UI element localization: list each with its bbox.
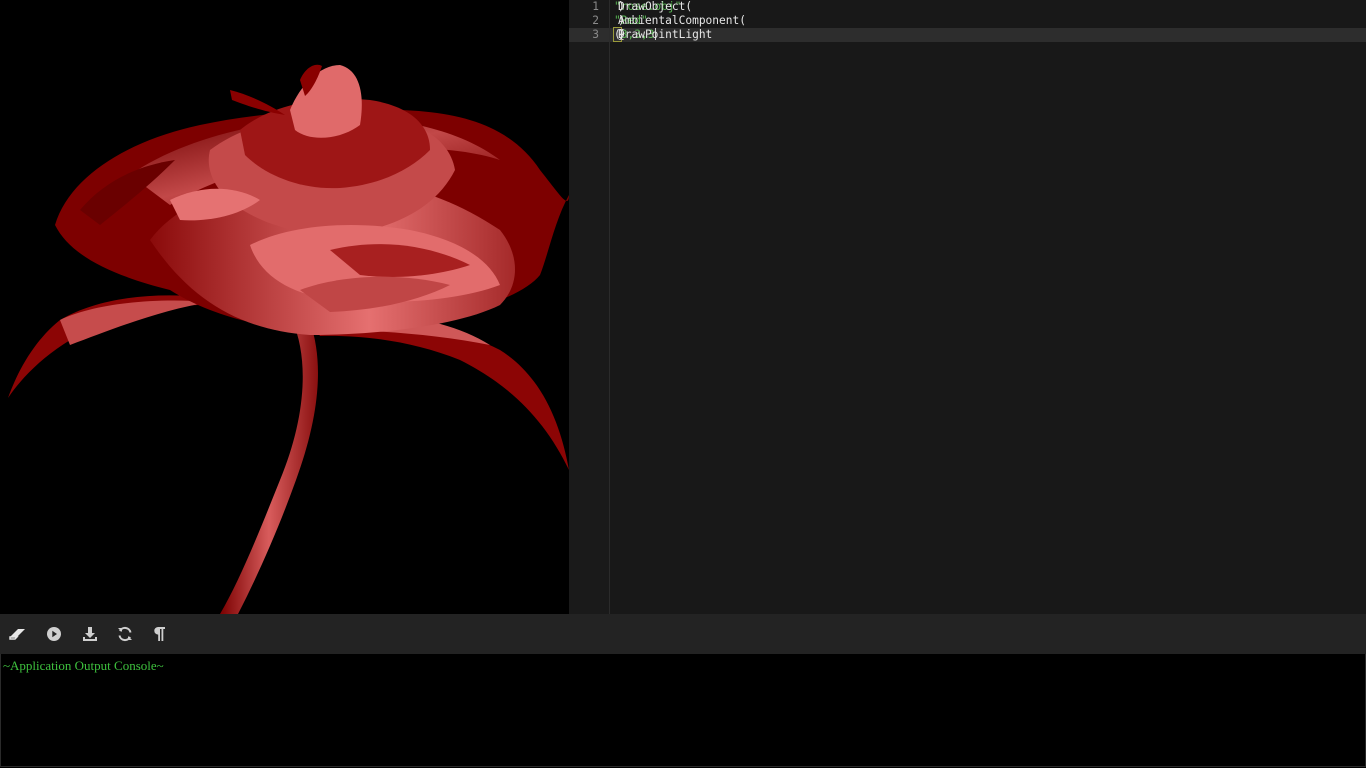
code-line[interactable]: 2 AmbientalComponent("Red") (592, 14, 1366, 28)
download-button[interactable] (78, 622, 102, 646)
line-number-gutter (569, 0, 610, 614)
code-editor[interactable]: 1 DrawObject("rose.obj") 2 AmbientalCompone… (569, 0, 1366, 614)
rose-render (8, 64, 569, 614)
play-icon (47, 627, 61, 641)
toolbar (0, 614, 1366, 654)
console-header: ~Application Output Console~ (3, 658, 164, 673)
code-token: DrawObject( (618, 0, 693, 13)
render-viewport[interactable] (0, 0, 569, 614)
line-number: 2 (592, 14, 599, 27)
eraser-icon (9, 629, 25, 640)
code-token: ) (618, 0, 625, 13)
refresh-button[interactable] (113, 622, 137, 646)
run-button[interactable] (42, 622, 66, 646)
line-number: 1 (592, 0, 599, 13)
code-line[interactable]: 3 DrawPointLight({3,3,3}) (592, 27, 1366, 42)
code-line[interactable]: 1 DrawObject("rose.obj") (592, 0, 1366, 14)
refresh-icon (118, 626, 132, 642)
code-token: DrawPointLight (618, 28, 713, 41)
code-token: ) (618, 14, 625, 27)
pilcrow-button[interactable] (147, 622, 171, 646)
code-area[interactable]: 1 DrawObject("rose.obj") 2 AmbientalCompone… (592, 0, 1366, 614)
code-text: DrawObject("rose.obj") (614, 0, 692, 14)
code-text: DrawPointLight({3,3,3}) (613, 27, 712, 42)
download-icon (83, 627, 97, 641)
code-text: AmbientalComponent("Red") (614, 14, 746, 28)
line-number: 3 (592, 28, 599, 41)
code-token: ) (618, 28, 625, 41)
pilcrow-icon (154, 627, 165, 641)
clear-button[interactable] (6, 622, 30, 646)
output-console[interactable]: ~Application Output Console~ (0, 654, 1366, 767)
code-token: AmbientalComponent( (618, 14, 746, 27)
